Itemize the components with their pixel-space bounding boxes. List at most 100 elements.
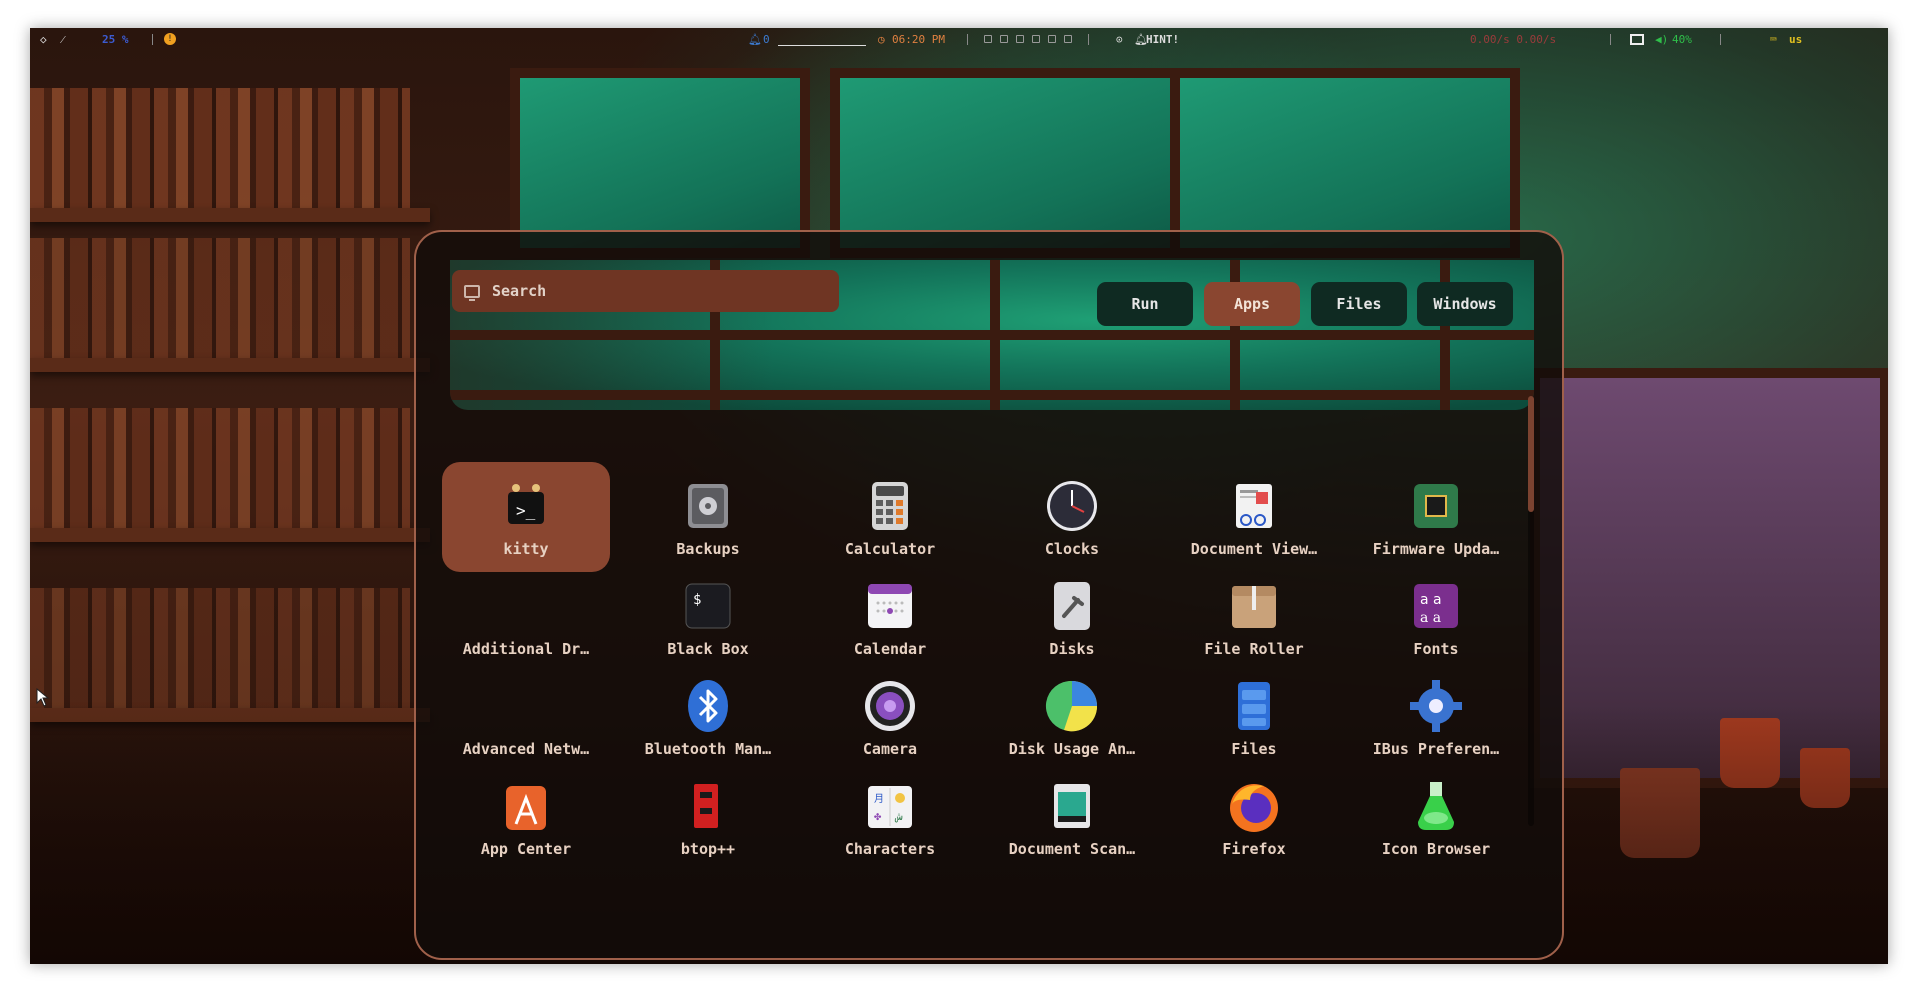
app-label: IBus Preferen…	[1372, 740, 1500, 758]
separator	[1720, 34, 1721, 45]
mouse-cursor-icon	[36, 688, 50, 707]
bookshelf-decoration	[30, 408, 410, 528]
app-label: Bluetooth Man…	[644, 740, 772, 758]
bookshelf-decoration	[30, 88, 410, 208]
app-item-file-roller[interactable]: File Roller	[1170, 562, 1338, 672]
separator	[1088, 34, 1089, 45]
svg-text:月: 月	[874, 793, 884, 805]
app-label: Advanced Netw…	[462, 740, 590, 758]
alert-icon[interactable]: !	[164, 33, 176, 45]
app-label: File Roller	[1204, 640, 1304, 658]
app-item-calendar[interactable]: Calendar	[806, 562, 974, 672]
app-grid: >_ kitty Backups Calculator Clocks Docum…	[416, 232, 1562, 958]
scrollbar-thumb[interactable]	[1528, 396, 1534, 512]
cpu-usage: 25 %	[102, 33, 129, 46]
app-item-additional-drivers[interactable]: Additional Dr…	[442, 562, 610, 672]
app-launcher: Run Apps Files Windows >_ kitty Backups	[414, 230, 1564, 960]
network-icon	[498, 678, 554, 734]
app-item-firmware[interactable]: Firmware Upda…	[1352, 462, 1520, 572]
app-label: Document View…	[1190, 540, 1318, 558]
app-item-document-scanner[interactable]: Document Scan…	[988, 762, 1156, 872]
app-item-black-box[interactable]: $ Black Box	[624, 562, 792, 672]
app-label: Calendar	[853, 640, 927, 658]
app-label: Backups	[676, 540, 740, 558]
clock[interactable]: 06:20 PM	[892, 33, 945, 46]
toggle-icon[interactable]: ⊙	[1116, 33, 1123, 46]
display-icon[interactable]	[1630, 34, 1644, 45]
app-label: Document Scan…	[1008, 840, 1136, 858]
app-item-firefox[interactable]: Firefox	[1170, 762, 1338, 872]
gear-icon	[1408, 678, 1464, 734]
app-item-ibus-preferences[interactable]: IBus Preferen…	[1352, 662, 1520, 772]
app-item-btop[interactable]: btop++	[624, 762, 792, 872]
kitty-icon: >_	[498, 478, 554, 534]
app-label: Calculator	[844, 540, 936, 558]
desktop: ◇ ⁄ 25 % ! 🔔︎ 0 ◷ 06:20 PM ⊙ 🔔︎ HINT! 0.…	[30, 28, 1888, 964]
app-item-fonts[interactable]: a a a a Fonts	[1352, 562, 1520, 672]
bookshelf-decoration	[30, 238, 410, 358]
app-item-backups[interactable]: Backups	[624, 462, 792, 572]
fonts-icon: a a a a	[1408, 578, 1464, 634]
separator	[967, 34, 968, 45]
shelf-decoration	[30, 358, 430, 372]
app-item-kitty[interactable]: >_ kitty	[442, 462, 610, 572]
app-item-bluetooth[interactable]: Bluetooth Man…	[624, 662, 792, 772]
app-item-disk-usage[interactable]: Disk Usage An…	[988, 662, 1156, 772]
calculator-icon	[862, 478, 918, 534]
top-bar: ◇ ⁄ 25 % ! 🔔︎ 0 ◷ 06:20 PM ⊙ 🔔︎ HINT! 0.…	[30, 28, 1888, 52]
svg-text:>_: >_	[516, 501, 536, 520]
clock-icon	[1044, 478, 1100, 534]
app-item-app-center[interactable]: App Center	[442, 762, 610, 872]
separator	[1610, 34, 1611, 45]
svg-text:a a: a a	[1420, 592, 1442, 608]
scanner-icon	[1044, 778, 1100, 834]
slash-icon[interactable]: ⁄	[62, 33, 64, 46]
app-label: Firefox	[1222, 840, 1286, 858]
app-item-characters[interactable]: 月 ✤ ش Characters	[806, 762, 974, 872]
app-item-advanced-network[interactable]: Advanced Netw…	[442, 662, 610, 772]
svg-text:$: $	[693, 592, 701, 608]
shelf-decoration	[30, 528, 430, 542]
keyboard-layout[interactable]: us	[1789, 33, 1802, 46]
disks-icon	[1044, 578, 1100, 634]
app-label: Characters	[844, 840, 936, 858]
app-label: Clocks	[1044, 540, 1100, 558]
backups-icon	[680, 478, 736, 534]
document-viewer-icon	[1226, 478, 1282, 534]
app-item-camera[interactable]: Camera	[806, 662, 974, 772]
camera-icon	[862, 678, 918, 734]
svg-text:a a: a a	[1420, 610, 1441, 626]
app-label: App Center	[480, 840, 572, 858]
app-item-calculator[interactable]: Calculator	[806, 462, 974, 572]
notification-bell-icon[interactable]: 🔔︎	[748, 33, 762, 46]
app-item-clocks[interactable]: Clocks	[988, 462, 1156, 572]
speaker-icon[interactable]: ◀)	[1655, 33, 1668, 46]
app-label: btop++	[680, 840, 736, 858]
app-item-document-viewer[interactable]: Document View…	[1170, 462, 1338, 572]
drop-icon[interactable]: ◇	[40, 33, 47, 46]
additional-drivers-icon	[498, 578, 554, 634]
workspace-indicators[interactable]	[980, 33, 1076, 46]
firmware-icon	[1408, 478, 1464, 534]
calendar-icon	[862, 578, 918, 634]
app-label: Camera	[862, 740, 918, 758]
flask-icon	[1408, 778, 1464, 834]
app-center-icon	[498, 778, 554, 834]
hint-label[interactable]: HINT!	[1146, 33, 1179, 46]
app-label: Disks	[1049, 640, 1095, 658]
pie-chart-icon	[1044, 678, 1100, 734]
separator	[152, 34, 153, 45]
battery-level: 40%	[1672, 33, 1692, 46]
app-item-files[interactable]: Files	[1170, 662, 1338, 772]
bluetooth-icon	[680, 678, 736, 734]
app-label: kitty	[503, 540, 549, 558]
notification-count: 0	[763, 33, 770, 46]
terminal-icon: $	[680, 578, 736, 634]
app-label: Icon Browser	[1381, 840, 1491, 858]
network-stats: 0.00/s 0.00/s	[1470, 33, 1557, 46]
svg-text:✤: ✤	[874, 809, 882, 823]
app-item-disks[interactable]: Disks	[988, 562, 1156, 672]
svg-text:ش: ش	[894, 810, 903, 823]
app-label: Files	[1231, 740, 1277, 758]
app-item-icon-browser[interactable]: Icon Browser	[1352, 762, 1520, 872]
